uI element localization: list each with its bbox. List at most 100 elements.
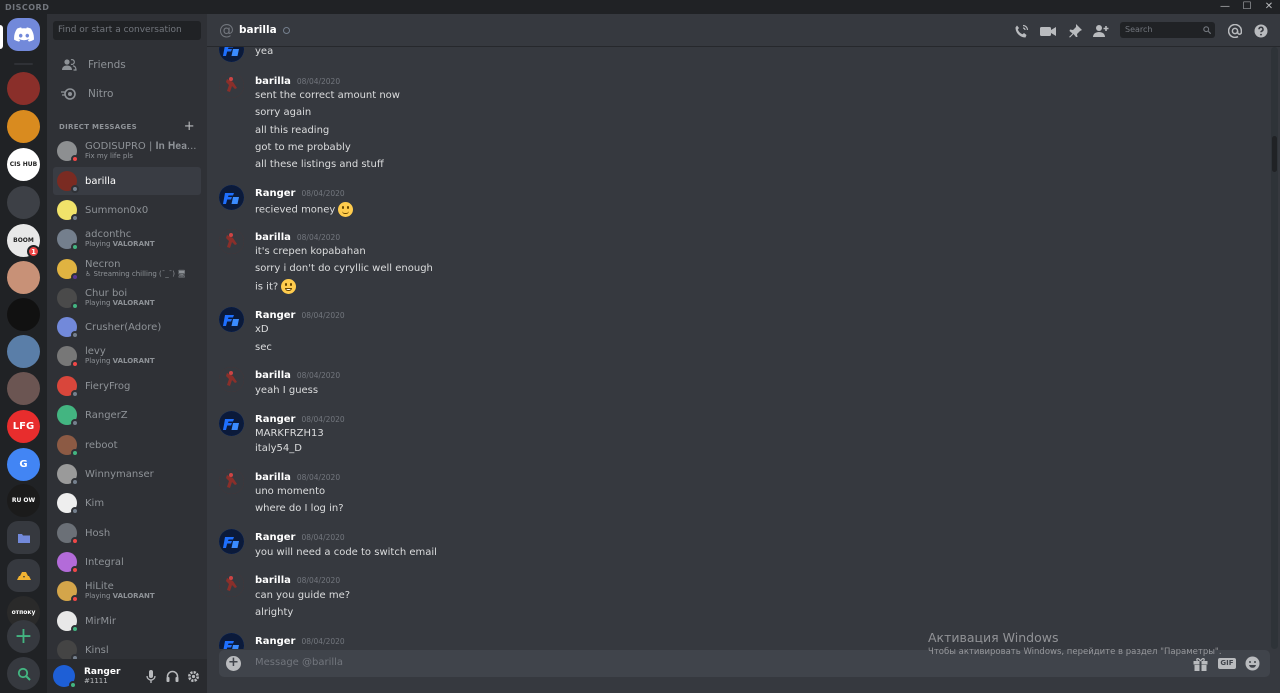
dm-item[interactable]: Crusher(Adore) — [53, 313, 201, 341]
message-author[interactable]: barilla — [255, 370, 291, 381]
server-icon[interactable] — [7, 261, 40, 294]
dm-text: FieryFrog — [85, 381, 130, 392]
dm-item[interactable]: RangerZ — [53, 401, 201, 429]
activation-text: Чтобы активировать Windows, перейдите в … — [928, 647, 1222, 657]
message-content: can you guide me? — [255, 590, 351, 601]
server-icon[interactable] — [7, 521, 40, 554]
pinned-messages-icon[interactable] — [1067, 23, 1083, 39]
minimize-button[interactable]: — — [1214, 0, 1236, 14]
message-author[interactable]: barilla — [255, 232, 291, 243]
help-icon[interactable] — [1253, 23, 1269, 39]
direct-messages-title: DIRECT MESSAGES — [59, 123, 137, 131]
dm-item[interactable]: Kim — [53, 489, 201, 517]
maximize-button[interactable]: ☐ — [1236, 0, 1258, 14]
nitro-button[interactable]: Nitro — [53, 81, 201, 107]
dm-item[interactable]: HiLite Playing VALORANT — [53, 577, 201, 605]
upload-plus-icon[interactable]: + — [226, 656, 241, 671]
user-avatar[interactable] — [53, 665, 77, 689]
message-author[interactable]: Ranger — [255, 532, 295, 543]
server-icon[interactable] — [7, 335, 40, 368]
message-avatar[interactable] — [219, 73, 244, 98]
dm-item[interactable]: Winnymanser — [53, 460, 201, 488]
dm-avatar — [57, 376, 79, 398]
find-conversation-input[interactable]: Find or start a conversation — [53, 21, 201, 40]
dm-name: reboot — [85, 439, 118, 451]
close-button[interactable]: ✕ — [1258, 0, 1280, 14]
message-timestamp: 08/04/2020 — [301, 637, 345, 646]
message-avatar[interactable] — [219, 47, 244, 62]
create-dm-plus-icon[interactable]: + — [184, 119, 195, 134]
message-avatar[interactable] — [219, 469, 244, 494]
gear-icon[interactable] — [186, 669, 200, 683]
server-icon[interactable]: G — [7, 448, 40, 481]
dm-text: Winnymanser — [85, 469, 154, 480]
dm-text: reboot — [85, 440, 118, 451]
message-avatar[interactable] — [219, 411, 244, 436]
video-call-icon[interactable] — [1040, 23, 1056, 39]
dm-item[interactable]: FieryFrog — [53, 372, 201, 400]
dm-item[interactable]: Hosh — [53, 519, 201, 547]
message-input[interactable]: Message @barilla — [255, 657, 343, 668]
dm-item[interactable]: adconthc Playing VALORANT — [53, 225, 201, 253]
message-author[interactable]: Ranger — [255, 310, 295, 321]
message-avatar[interactable] — [219, 229, 244, 254]
dm-name: Crusher(Adore) — [85, 321, 162, 333]
dm-item[interactable]: Chur boi Playing VALORANT — [53, 284, 201, 312]
dm-item[interactable]: Integral — [53, 548, 201, 576]
gif-picker-button[interactable]: GIF — [1218, 656, 1236, 671]
dm-activity: Playing VALORANT — [85, 357, 155, 366]
message-author[interactable]: barilla — [255, 472, 291, 483]
dm-item[interactable]: reboot — [53, 431, 201, 459]
message-author[interactable]: Ranger — [255, 636, 295, 647]
message-author[interactable]: Ranger — [255, 188, 295, 199]
status-dot — [71, 302, 79, 310]
grin-emoji-icon[interactable] — [281, 279, 297, 294]
server-icon[interactable] — [7, 72, 40, 105]
message-text: where do I log in? — [255, 502, 344, 515]
message-author[interactable]: barilla — [255, 76, 291, 87]
dm-item[interactable]: Necron ♿ Streaming chilling (¯_¯) 🖥 — [53, 255, 201, 283]
server-icon[interactable] — [7, 110, 40, 143]
message-avatar[interactable] — [219, 572, 244, 597]
friends-label: Friends — [88, 59, 126, 71]
server-icon[interactable]: RU OW — [7, 484, 40, 517]
server-icon[interactable] — [7, 559, 40, 592]
message-author[interactable]: Ranger — [255, 414, 295, 425]
server-icon[interactable]: CIS HUB — [7, 148, 40, 181]
dm-item[interactable]: Summon0x0 — [53, 196, 201, 224]
message-author[interactable]: barilla — [255, 575, 291, 586]
message-avatar[interactable] — [219, 529, 244, 554]
dm-name: Summon0x0 — [85, 204, 149, 216]
message-avatar[interactable] — [219, 367, 244, 392]
search-input[interactable]: Search — [1120, 22, 1215, 38]
server-icon[interactable]: LFG — [7, 410, 40, 443]
explore-servers-button[interactable] — [7, 657, 40, 690]
server-icon[interactable] — [7, 186, 40, 219]
dm-text: HiLite Playing VALORANT — [85, 581, 155, 601]
slight-smile-emoji-icon[interactable] — [338, 202, 354, 217]
message-avatar[interactable] — [219, 307, 244, 332]
server-icon[interactable] — [7, 298, 40, 331]
mentions-icon[interactable] — [1227, 23, 1243, 39]
server-icon[interactable] — [7, 372, 40, 405]
status-dot — [71, 625, 79, 633]
dm-item[interactable]: levy Playing VALORANT — [53, 342, 201, 370]
scrollbar-thumb[interactable] — [1272, 136, 1277, 172]
emoji-picker-icon[interactable] — [1245, 656, 1260, 671]
message-avatar[interactable] — [219, 633, 244, 649]
dm-activity: Playing VALORANT — [85, 240, 155, 249]
dm-item[interactable]: MirMir — [53, 607, 201, 635]
add-server-button[interactable]: + — [7, 620, 40, 653]
direct-messages-header: DIRECT MESSAGES + — [59, 119, 195, 134]
microphone-icon[interactable] — [144, 669, 158, 683]
home-button[interactable] — [7, 18, 40, 51]
message-avatar[interactable] — [219, 185, 244, 210]
add-friend-to-dm-icon[interactable] — [1093, 23, 1109, 39]
voice-call-icon[interactable] — [1013, 23, 1029, 39]
friends-button[interactable]: Friends — [53, 52, 201, 78]
dm-item[interactable]: barilla — [53, 167, 201, 195]
headphones-icon[interactable] — [165, 669, 179, 683]
user-panel: Ranger #1111 — [47, 659, 207, 693]
dm-item[interactable]: GODISUPRO | 𝐈𝐧 𝐇𝐞𝐚... Fix my life pls — [53, 137, 201, 165]
gift-icon[interactable] — [1193, 656, 1208, 671]
